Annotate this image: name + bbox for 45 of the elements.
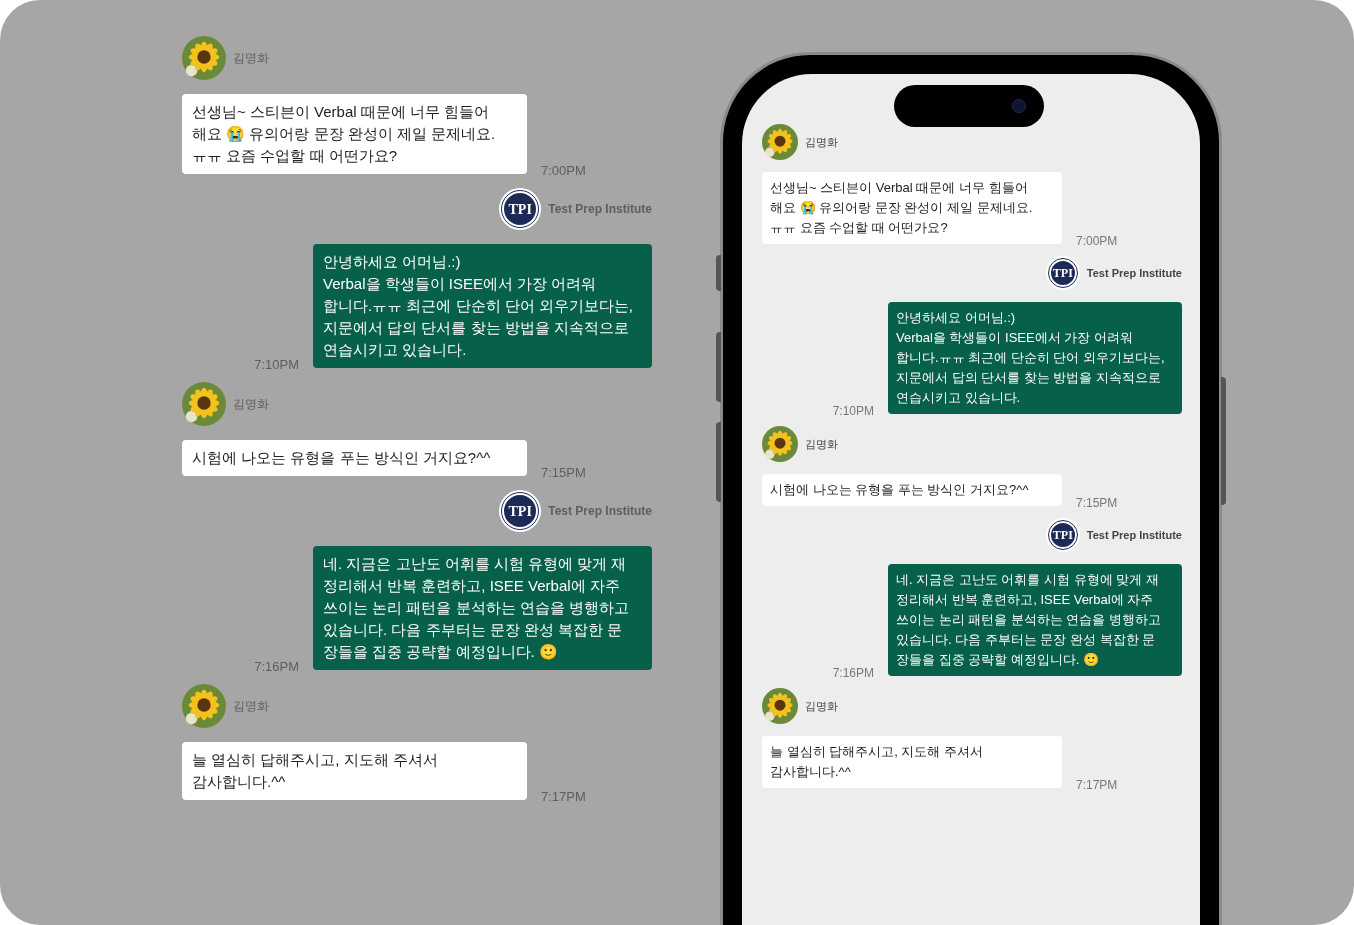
sender-name: 김명화 (233, 50, 269, 67)
message-time: 7:17PM (541, 787, 586, 806)
message-time: 7:16PM (254, 657, 299, 676)
sender-name: Test Prep Institute (548, 503, 652, 520)
message-time: 7:10PM (832, 403, 874, 420)
institute-logo: TPI (499, 490, 542, 532)
phone-side-button[interactable] (716, 422, 721, 502)
sender-name: 김명화 (805, 698, 838, 714)
sunflower-avatar (182, 382, 226, 426)
message-bubble: 시험에 나오는 유형을 푸는 방식인 거지요?^^ (762, 474, 1062, 506)
sunflower-avatar (762, 426, 798, 462)
message-time: 7:15PM (541, 463, 586, 482)
sender-name: Test Prep Institute (1086, 527, 1182, 543)
camera-icon (1012, 99, 1026, 113)
sender-name: Test Prep Institute (1086, 265, 1182, 281)
message-bubble: 안녕하세요 어머님.:) Verbal을 학생들이 ISEE에서 가장 어려워 합니다.ㅠㅠ 최근에 단순히 단어 외우기보다는, 지문에서 답의 단서를 찾는 방법을 지속적으로 연습시키고 있습니다. (313, 244, 652, 368)
sender-name: 김명화 (805, 436, 838, 452)
message-time: 7:17PM (1076, 777, 1118, 794)
message-bubble: 안녕하세요 어머님.:) Verbal을 학생들이 ISEE에서 가장 어려워 합니다.ㅠㅠ 최근에 단순히 단어 외우기보다는, 지문에서 답의 단서를 찾는 방법을 지속적으로 연습시키고 있습니다. (888, 302, 1182, 414)
sunflower-avatar (182, 684, 226, 728)
sunflower-avatar (762, 688, 798, 724)
message-time: 7:16PM (832, 665, 874, 682)
message-time: 7:00PM (1076, 233, 1118, 250)
sender-name: 김명화 (233, 396, 269, 413)
phone-side-button[interactable] (716, 332, 721, 402)
institute-logo: TPI (1045, 518, 1080, 552)
message-bubble: 늘 열심히 답해주시고, 지도해 주셔서 감사합니다.^^ (762, 736, 1062, 788)
institute-logo: TPI (499, 188, 542, 230)
message-time: 7:10PM (254, 355, 299, 374)
message-time: 7:00PM (541, 161, 586, 180)
message-time: 7:15PM (1076, 495, 1118, 512)
institute-logo: TPI (1045, 256, 1080, 290)
phone-side-button[interactable] (716, 255, 721, 291)
message-bubble: 시험에 나오는 유형을 푸는 방식인 거지요?^^ (182, 440, 527, 476)
message-bubble: 네. 지금은 고난도 어휘를 시험 유형에 맞게 재 정리해서 반복 훈련하고, ISEE Verbal에 자주 쓰이는 논리 패턴을 분석하는 연습을 병행하고 있습니다. 다음 주부터는 문장 완성 복잡한 문 장들을 집중 공략할 예정입니다. 🙂 (888, 564, 1182, 676)
sunflower-avatar (182, 36, 226, 80)
sunflower-avatar (762, 124, 798, 160)
sender-name: 김명화 (233, 698, 269, 715)
phone-side-button[interactable] (1221, 377, 1226, 505)
message-bubble: 선생님~ 스티븐이 Verbal 때문에 너무 힘들어 해요 😭 유의어랑 문장 완성이 제일 문제네요. ㅠㅠ 요즘 수업할 때 어떤가요? (762, 172, 1062, 244)
message-bubble: 선생님~ 스티븐이 Verbal 때문에 너무 힘들어 해요 😭 유의어랑 문장 완성이 제일 문제네요. ㅠㅠ 요즘 수업할 때 어떤가요? (182, 94, 527, 174)
message-bubble: 네. 지금은 고난도 어휘를 시험 유형에 맞게 재 정리해서 반복 훈련하고, ISEE Verbal에 자주 쓰이는 논리 패턴을 분석하는 연습을 병행하고 있습니다. 다음 주부터는 문장 완성 복잡한 문 장들을 집중 공략할 예정입니다. 🙂 (313, 546, 652, 670)
message-bubble: 늘 열심히 답해주시고, 지도해 주셔서 감사합니다.^^ (182, 742, 527, 800)
sender-name: 김명화 (805, 134, 838, 150)
sender-name: Test Prep Institute (548, 201, 652, 218)
